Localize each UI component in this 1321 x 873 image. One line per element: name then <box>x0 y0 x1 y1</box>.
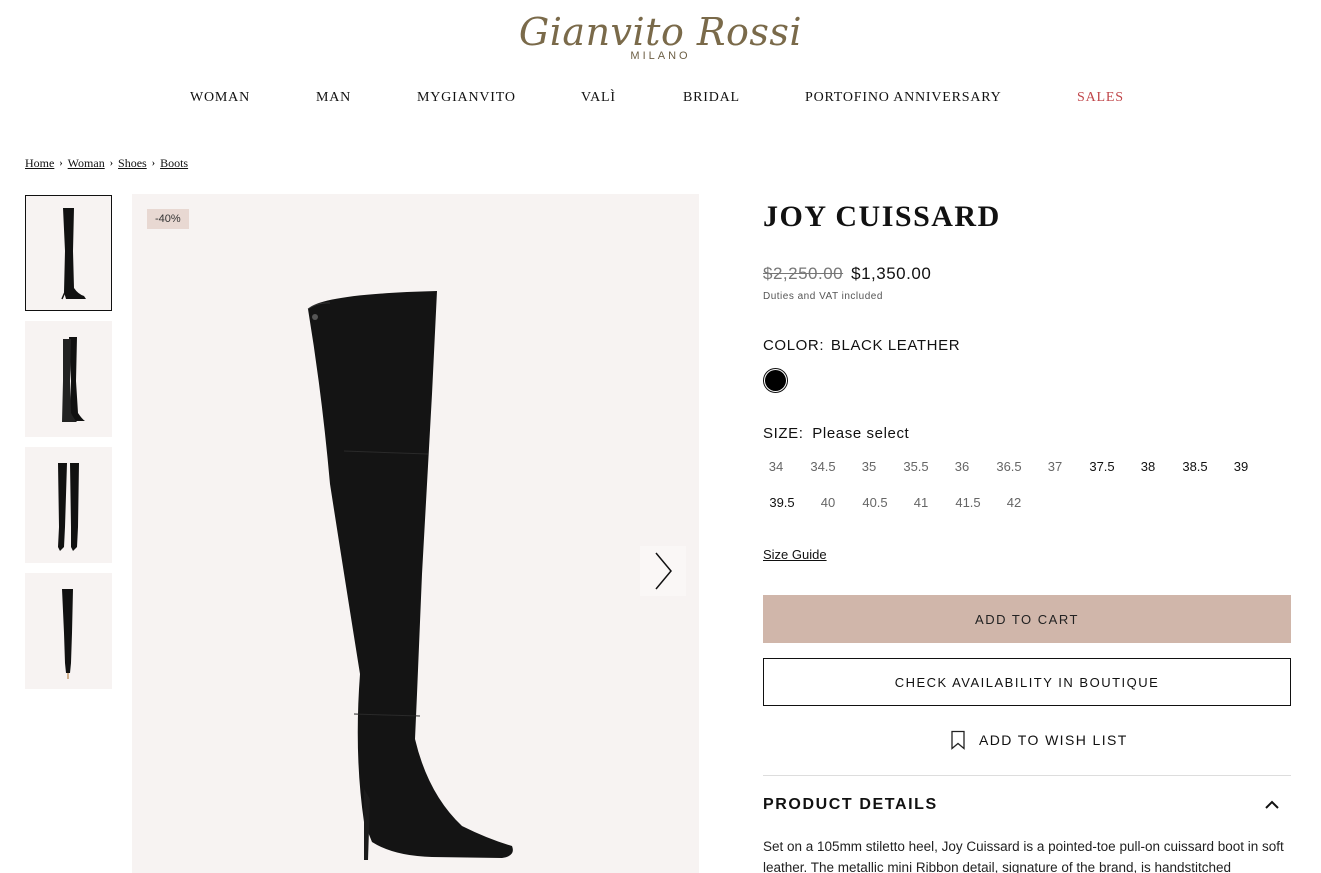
size-guide-link[interactable]: Size Guide <box>763 547 827 562</box>
boot-side-image <box>61 208 86 300</box>
size-option-36[interactable]: 36 <box>942 459 982 474</box>
product-details-title[interactable]: PRODUCT DETAILS <box>763 796 938 814</box>
thumbnail-4[interactable] <box>25 573 112 689</box>
boot-back-image <box>62 589 73 679</box>
breadcrumb: Home › Woman › Shoes › Boots <box>25 156 188 171</box>
chevron-right-icon: › <box>151 158 156 169</box>
next-image-button[interactable] <box>640 546 686 596</box>
boot-pair-image <box>62 337 85 422</box>
main-product-image[interactable]: -40% <box>132 194 699 873</box>
size-option-40-5[interactable]: 40.5 <box>855 495 895 510</box>
color-label: COLOR: BLACK LEATHER <box>763 337 960 354</box>
brand-name: Gianvito Rossi <box>518 10 803 54</box>
breadcrumb-home[interactable]: Home <box>25 156 54 171</box>
size-label-text: SIZE: <box>763 425 804 442</box>
nav-item-woman[interactable]: WOMAN <box>190 90 250 106</box>
product-title: JOY CUISSARD <box>763 200 1001 233</box>
size-option-38-5[interactable]: 38.5 <box>1175 459 1215 474</box>
size-option-36-5[interactable]: 36.5 <box>989 459 1029 474</box>
chevron-right-icon: › <box>59 158 63 169</box>
wishlist-label: ADD TO WISH LIST <box>979 732 1128 748</box>
size-option-39[interactable]: 39 <box>1221 459 1261 474</box>
size-option-34-5[interactable]: 34.5 <box>803 459 843 474</box>
price-row: $2,250.00 $1,350.00 <box>763 264 931 284</box>
boot-front-image <box>58 463 79 551</box>
color-value: BLACK LEATHER <box>830 337 961 354</box>
thumbnail-2[interactable] <box>25 321 112 437</box>
divider <box>763 775 1291 776</box>
thumbnail-1[interactable] <box>25 195 112 311</box>
discount-badge: -40% <box>147 209 189 229</box>
nav-item-mygianvito[interactable]: MYGIANVITO <box>417 90 516 106</box>
original-price: $2,250.00 <box>763 264 844 283</box>
add-to-cart-button[interactable]: ADD TO CART <box>763 595 1291 643</box>
swatch-fill <box>765 370 786 391</box>
size-option-37-5[interactable]: 37.5 <box>1082 459 1122 474</box>
nav-item-man[interactable]: MAN <box>316 90 351 106</box>
chevron-up-icon[interactable] <box>1264 797 1280 818</box>
thumbnail-3[interactable] <box>25 447 112 563</box>
nav-item-bridal[interactable]: BRIDAL <box>683 90 740 106</box>
color-label-text: COLOR: <box>763 337 825 354</box>
breadcrumb-boots[interactable]: Boots <box>160 156 188 171</box>
size-option-35-5[interactable]: 35.5 <box>896 459 936 474</box>
main-nav: WOMAN MAN MYGIANVITO VALÌ BRIDAL PORTOFI… <box>0 90 1321 110</box>
nav-item-vali[interactable]: VALÌ <box>581 90 616 106</box>
nav-item-sales[interactable]: SALES <box>1077 90 1124 106</box>
size-value: Please select <box>812 425 910 442</box>
size-option-37[interactable]: 37 <box>1035 459 1075 474</box>
size-option-41[interactable]: 41 <box>901 495 941 510</box>
chevron-right-icon: › <box>109 158 114 169</box>
nav-item-portofino[interactable]: PORTOFINO ANNIVERSARY <box>805 90 1002 106</box>
boot-image <box>307 291 513 860</box>
brand-logo[interactable]: Gianvito Rossi MILANO <box>0 10 1321 62</box>
size-option-35[interactable]: 35 <box>849 459 889 474</box>
check-boutique-button[interactable]: CHECK AVAILABILITY IN BOUTIQUE <box>763 658 1291 706</box>
size-option-38[interactable]: 38 <box>1128 459 1168 474</box>
bookmark-icon <box>951 730 965 750</box>
add-to-wishlist-button[interactable]: ADD TO WISH LIST <box>949 730 1128 750</box>
size-option-34[interactable]: 34 <box>756 459 796 474</box>
size-label: SIZE: Please select <box>763 425 909 442</box>
breadcrumb-shoes[interactable]: Shoes <box>118 156 147 171</box>
tax-note: Duties and VAT included <box>763 291 883 302</box>
size-option-39-5[interactable]: 39.5 <box>762 495 802 510</box>
size-option-41-5[interactable]: 41.5 <box>948 495 988 510</box>
chevron-right-icon <box>655 552 672 590</box>
size-option-40[interactable]: 40 <box>808 495 848 510</box>
breadcrumb-woman[interactable]: Woman <box>68 156 105 171</box>
size-option-42[interactable]: 42 <box>994 495 1034 510</box>
color-swatch-black[interactable] <box>763 368 788 393</box>
brand-sub: MILANO <box>630 50 691 62</box>
sale-price: $1,350.00 <box>851 264 932 283</box>
product-details-text: Set on a 105mm stiletto heel, Joy Cuissa… <box>763 839 1284 873</box>
